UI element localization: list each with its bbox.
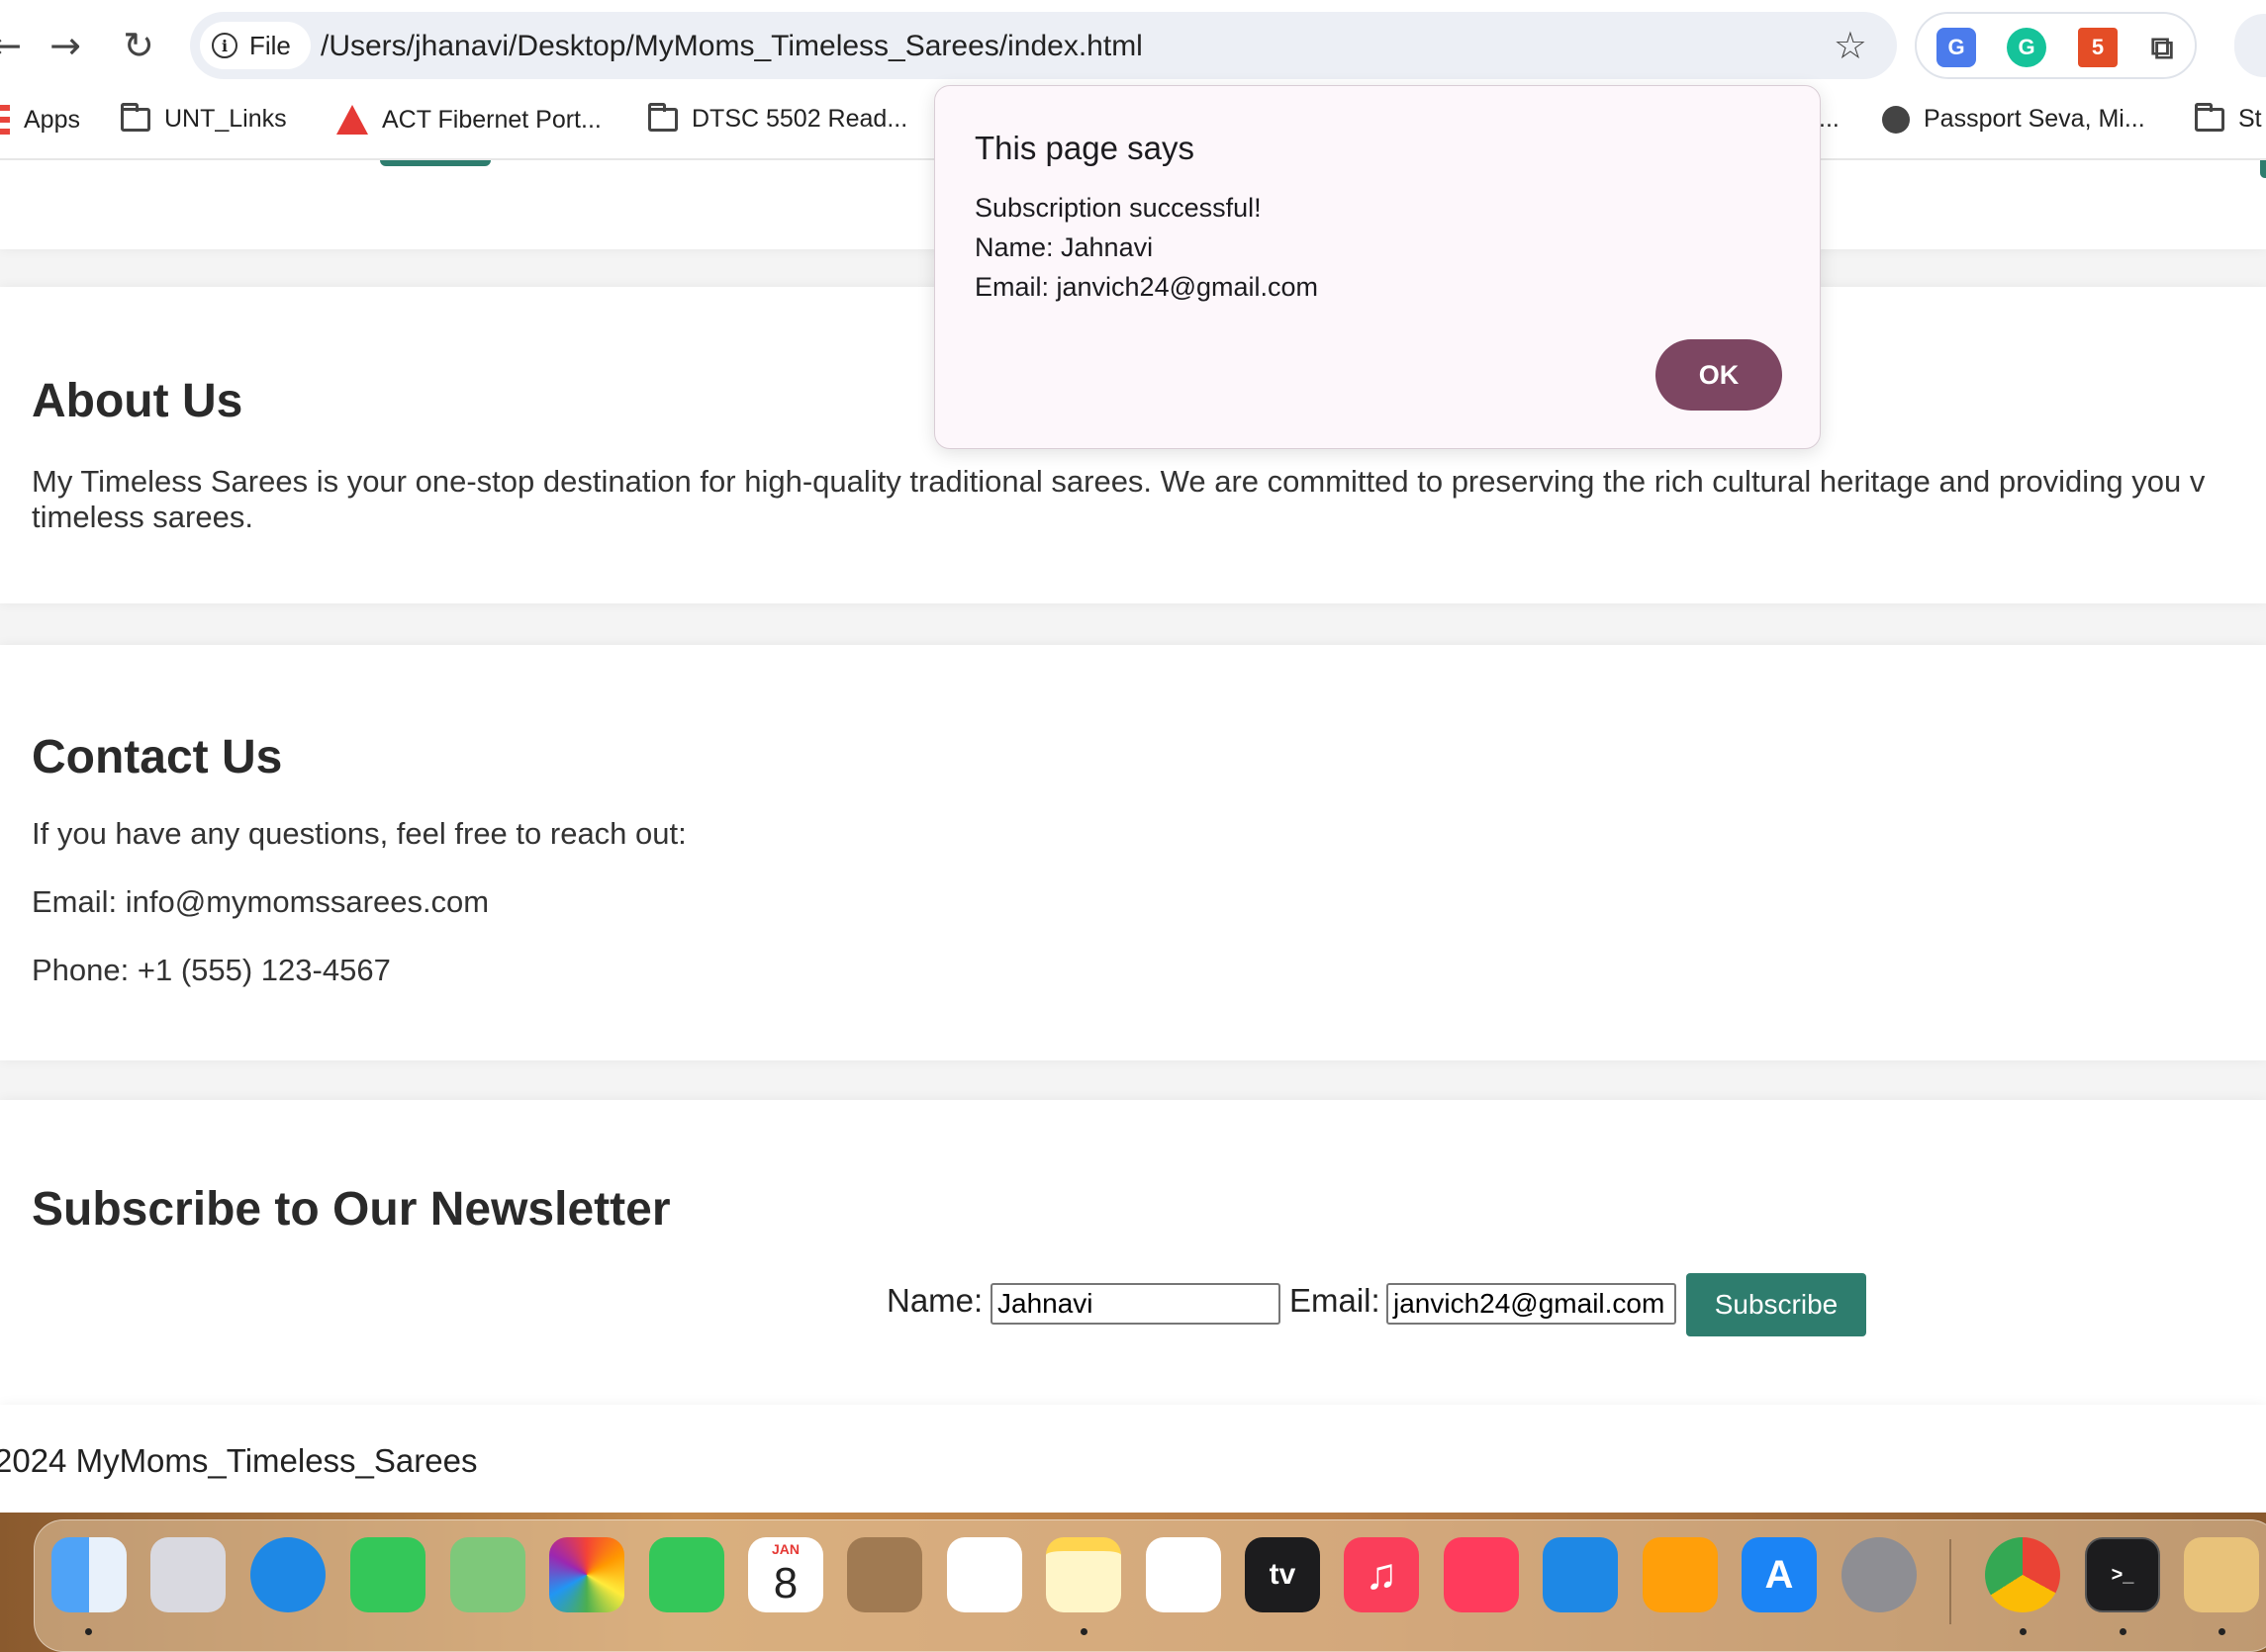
running-indicator — [2120, 1628, 2126, 1635]
newsletter-section: Subscribe to Our Newsletter — [0, 1100, 2266, 1405]
calendar-month: JAN — [771, 1541, 800, 1557]
bookmark-label: Passport Seva, Mi... — [1924, 105, 2145, 133]
bookmark-label: St — [2238, 105, 2262, 133]
nav-tab-indicator — [2260, 160, 2266, 178]
extensions-group: G G 5 ⧉ — [1915, 12, 2197, 79]
bookmark-star-icon[interactable]: ☆ — [1834, 24, 1867, 67]
photos-icon[interactable] — [549, 1537, 624, 1612]
calendar-day: 8 — [773, 1559, 799, 1607]
bookmark-unt-links[interactable]: UNT_Links — [121, 102, 287, 134]
contact-email: Email: info@mymomssarees.com — [32, 884, 490, 919]
bookmark-label: Apps — [24, 105, 80, 134]
dock-separator — [1949, 1539, 1951, 1624]
alert-dialog: This page says Subscription successful! … — [934, 85, 1821, 449]
apps-grid-icon — [0, 105, 10, 135]
bookmark-label: ... — [1819, 105, 1840, 133]
keynote-icon[interactable] — [1543, 1537, 1618, 1612]
bookmark-st[interactable]: St — [2195, 102, 2262, 134]
reload-icon[interactable]: ↻ — [115, 22, 162, 69]
facetime-icon[interactable] — [649, 1537, 724, 1612]
grammarly-extension-icon[interactable]: G — [2007, 28, 2046, 67]
notes-icon[interactable] — [1046, 1537, 1121, 1612]
bookmark-dtsc-5502[interactable]: DTSC 5502 Read... — [648, 102, 908, 134]
name-input[interactable]: Jahnavi — [991, 1283, 1280, 1325]
site-info-chip[interactable]: i File — [200, 22, 311, 69]
info-icon: i — [212, 33, 237, 58]
chrome-icon[interactable] — [1985, 1537, 2060, 1612]
contact-heading: Contact Us — [32, 731, 283, 783]
translate-extension-icon[interactable]: G — [1936, 28, 1976, 67]
ok-button[interactable]: OK — [1655, 339, 1782, 411]
bookmark-truncated[interactable]: ... — [1819, 105, 1840, 134]
news-icon[interactable] — [1444, 1537, 1519, 1612]
finder-icon[interactable] — [51, 1537, 127, 1612]
browser-toolbar: ← → ↻ i File /Users/jhanavi/Desktop/MyMo… — [0, 0, 2266, 91]
bookmark-apps[interactable]: Apps — [0, 105, 80, 135]
act-logo-icon — [336, 105, 368, 135]
bookmark-act-fibernet[interactable]: ACT Fibernet Port... — [336, 105, 602, 135]
bookmark-label: ACT Fibernet Port... — [382, 105, 602, 134]
dialog-message-line: Subscription successful! — [975, 193, 1262, 223]
launchpad-icon[interactable] — [150, 1537, 226, 1612]
about-text-continued: timeless sarees. — [32, 500, 253, 534]
subscribe-button[interactable]: Subscribe — [1686, 1273, 1866, 1336]
archive-utility-icon[interactable] — [2184, 1537, 2259, 1612]
dialog-message-line: Name: Jahnavi — [975, 232, 1154, 262]
email-label: Email: — [1289, 1282, 1380, 1319]
running-indicator — [2020, 1628, 2027, 1635]
globe-icon — [1882, 105, 1910, 134]
html5-extension-icon[interactable]: 5 — [2078, 28, 2118, 67]
forward-icon[interactable]: → — [42, 22, 89, 69]
calendar-icon[interactable]: JAN 8 — [748, 1537, 823, 1612]
folder-icon — [648, 102, 678, 132]
messages-icon[interactable] — [350, 1537, 425, 1612]
apple-tv-icon[interactable]: tv — [1245, 1537, 1320, 1612]
app-store-icon[interactable]: A — [1742, 1537, 1817, 1612]
running-indicator — [1081, 1628, 1087, 1635]
about-text: My Timeless Sarees is your one-stop dest… — [32, 464, 2206, 499]
system-settings-icon[interactable] — [1841, 1537, 1917, 1612]
profile-button[interactable] — [2234, 14, 2266, 77]
about-heading: About Us — [32, 375, 243, 427]
footer-copyright: 2024 MyMoms_Timeless_Sarees — [0, 1442, 478, 1479]
contacts-icon[interactable] — [847, 1537, 922, 1612]
dialog-title: This page says — [975, 130, 1194, 166]
contact-phone: Phone: +1 (555) 123-4567 — [32, 953, 391, 987]
safari-icon[interactable] — [250, 1537, 326, 1612]
running-indicator — [85, 1628, 92, 1635]
folder-icon — [121, 102, 150, 132]
extensions-puzzle-icon[interactable]: ⧉ — [2142, 28, 2182, 67]
email-input[interactable]: janvich24@gmail.com — [1386, 1283, 1676, 1325]
running-indicator — [2219, 1628, 2225, 1635]
terminal-icon[interactable]: >_ — [2085, 1537, 2160, 1612]
nav-tab-indicator — [380, 160, 491, 166]
freeform-icon[interactable] — [1146, 1537, 1221, 1612]
bookmark-label: UNT_Links — [164, 105, 287, 133]
dialog-message-line: Email: janvich24@gmail.com — [975, 272, 1319, 302]
music-icon[interactable]: ♫ — [1344, 1537, 1419, 1612]
back-icon[interactable]: ← — [0, 22, 30, 69]
file-label: File — [249, 30, 291, 60]
address-bar[interactable]: i File /Users/jhanavi/Desktop/MyMoms_Tim… — [190, 12, 1897, 79]
folder-icon — [2195, 102, 2224, 132]
newsletter-heading: Subscribe to Our Newsletter — [32, 1183, 671, 1236]
maps-icon[interactable] — [450, 1537, 525, 1612]
reminders-icon[interactable] — [947, 1537, 1022, 1612]
bookmark-passport-seva[interactable]: Passport Seva, Mi... — [1882, 105, 2145, 134]
contact-section: Contact Us If you have any questions, fe… — [0, 645, 2266, 1060]
bookmark-label: DTSC 5502 Read... — [692, 105, 908, 133]
name-label: Name: — [887, 1282, 984, 1319]
pages-icon[interactable] — [1643, 1537, 1718, 1612]
contact-intro: If you have any questions, feel free to … — [32, 816, 687, 851]
url-text[interactable]: /Users/jhanavi/Desktop/MyMoms_Timeless_S… — [321, 30, 1143, 63]
